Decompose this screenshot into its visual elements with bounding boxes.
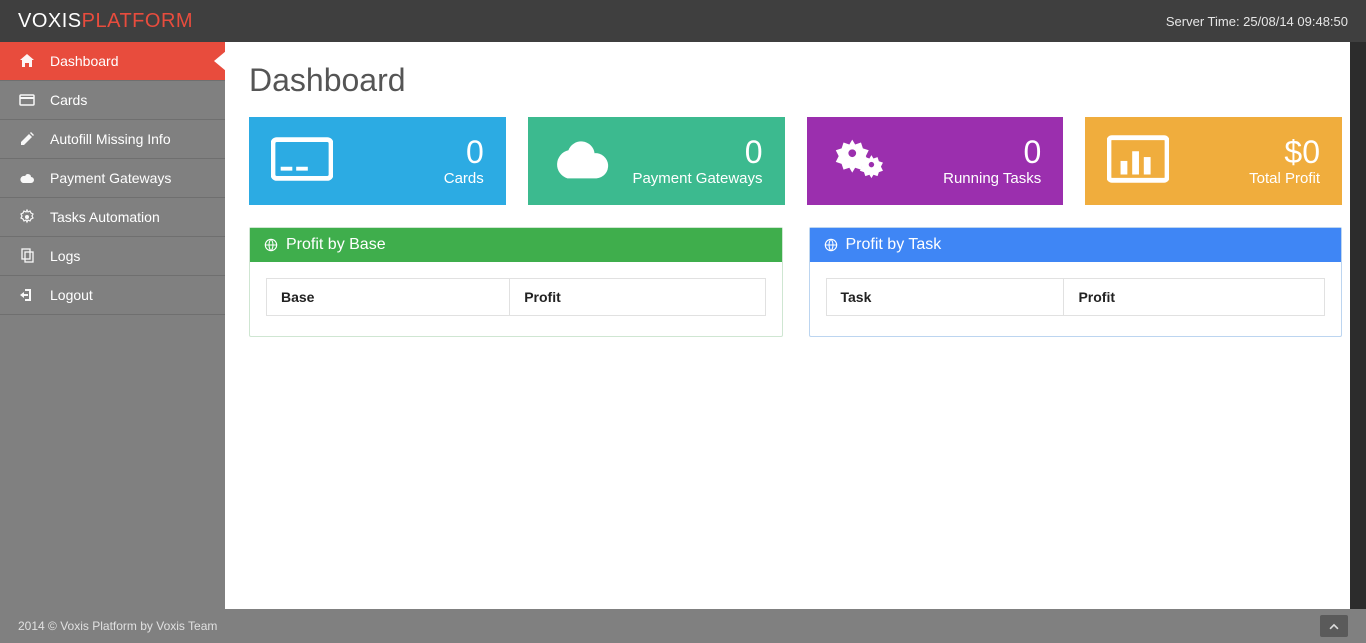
chart-big-icon: [1107, 131, 1169, 192]
tile-gateways[interactable]: 0 Payment Gateways: [528, 117, 785, 205]
table-profit-by-base: Base Profit: [266, 278, 766, 316]
sidebar-item-gateways[interactable]: Payment Gateways: [0, 159, 225, 198]
table-col-profit: Profit: [1064, 279, 1325, 316]
tile-value: 0: [943, 135, 1041, 170]
sidebar-item-label: Payment Gateways: [50, 170, 171, 186]
sidebar-item-logs[interactable]: Logs: [0, 237, 225, 276]
brand[interactable]: VOXISPLATFORM: [18, 10, 193, 33]
copy-icon: [18, 248, 36, 264]
panels-row: Profit by Base Base Profit Profit by Tas…: [249, 227, 1342, 337]
sidebar-item-logout[interactable]: Logout: [0, 276, 225, 315]
panel-header: Profit by Base: [250, 228, 782, 262]
sidebar-item-label: Autofill Missing Info: [50, 131, 171, 147]
footer-text: 2014 © Voxis Platform by Voxis Team: [18, 619, 217, 633]
sidebar-item-label: Tasks Automation: [50, 209, 160, 225]
tile-value: $0: [1249, 135, 1320, 170]
cloud-icon: [18, 170, 36, 186]
chevron-up-icon: [1328, 620, 1340, 632]
sidebar-nav: Dashboard Cards Autofill Missing Info Pa…: [0, 42, 225, 315]
panel-profit-by-base: Profit by Base Base Profit: [249, 227, 783, 337]
server-time: Server Time: 25/08/14 09:48:50: [1166, 14, 1348, 29]
cloud-big-icon: [550, 131, 612, 192]
globe-icon: [264, 238, 278, 252]
table-col-base: Base: [267, 279, 510, 316]
sidebar-item-label: Logout: [50, 287, 93, 303]
gears-big-icon: [829, 131, 891, 192]
tile-value: 0: [632, 135, 762, 170]
main-content: Dashboard 0 Cards 0 Payment Gateways: [225, 42, 1366, 609]
panel-profit-by-task: Profit by Task Task Profit: [809, 227, 1343, 337]
page-title: Dashboard: [249, 62, 1342, 99]
card-icon: [18, 92, 36, 108]
table-col-task: Task: [826, 279, 1064, 316]
table-profit-by-task: Task Profit: [826, 278, 1326, 316]
brand-part2: PLATFORM: [82, 10, 193, 32]
tile-value: 0: [444, 135, 484, 170]
card-big-icon: [271, 131, 333, 192]
sidebar-item-cards[interactable]: Cards: [0, 81, 225, 120]
tile-label: Payment Gateways: [632, 170, 762, 187]
gears-icon: [18, 209, 36, 225]
sidebar: Dashboard Cards Autofill Missing Info Pa…: [0, 42, 225, 609]
sidebar-item-autofill[interactable]: Autofill Missing Info: [0, 120, 225, 159]
panel-header: Profit by Task: [810, 228, 1342, 262]
tile-cards[interactable]: 0 Cards: [249, 117, 506, 205]
table-col-profit: Profit: [510, 279, 765, 316]
sidebar-item-label: Logs: [50, 248, 80, 264]
panel-title: Profit by Base: [286, 236, 386, 254]
stat-tiles: 0 Cards 0 Payment Gateways 0 Running Tas…: [249, 117, 1342, 205]
sidebar-item-dashboard[interactable]: Dashboard: [0, 42, 225, 81]
footer: 2014 © Voxis Platform by Voxis Team: [0, 609, 1366, 643]
tile-total-profit[interactable]: $0 Total Profit: [1085, 117, 1342, 205]
tile-label: Running Tasks: [943, 170, 1041, 187]
scrollbar-track[interactable]: [1350, 42, 1366, 609]
logout-icon: [18, 287, 36, 303]
sidebar-item-label: Dashboard: [50, 53, 119, 69]
sidebar-item-tasks[interactable]: Tasks Automation: [0, 198, 225, 237]
panel-title: Profit by Task: [846, 236, 942, 254]
sidebar-item-label: Cards: [50, 92, 87, 108]
brand-part1: VOXIS: [18, 10, 82, 32]
globe-icon: [824, 238, 838, 252]
home-icon: [18, 53, 36, 69]
tile-label: Total Profit: [1249, 170, 1320, 187]
topbar: VOXISPLATFORM Server Time: 25/08/14 09:4…: [0, 0, 1366, 42]
tile-running-tasks[interactable]: 0 Running Tasks: [807, 117, 1064, 205]
tile-label: Cards: [444, 170, 484, 187]
edit-icon: [18, 131, 36, 147]
scroll-to-top-button[interactable]: [1320, 615, 1348, 637]
